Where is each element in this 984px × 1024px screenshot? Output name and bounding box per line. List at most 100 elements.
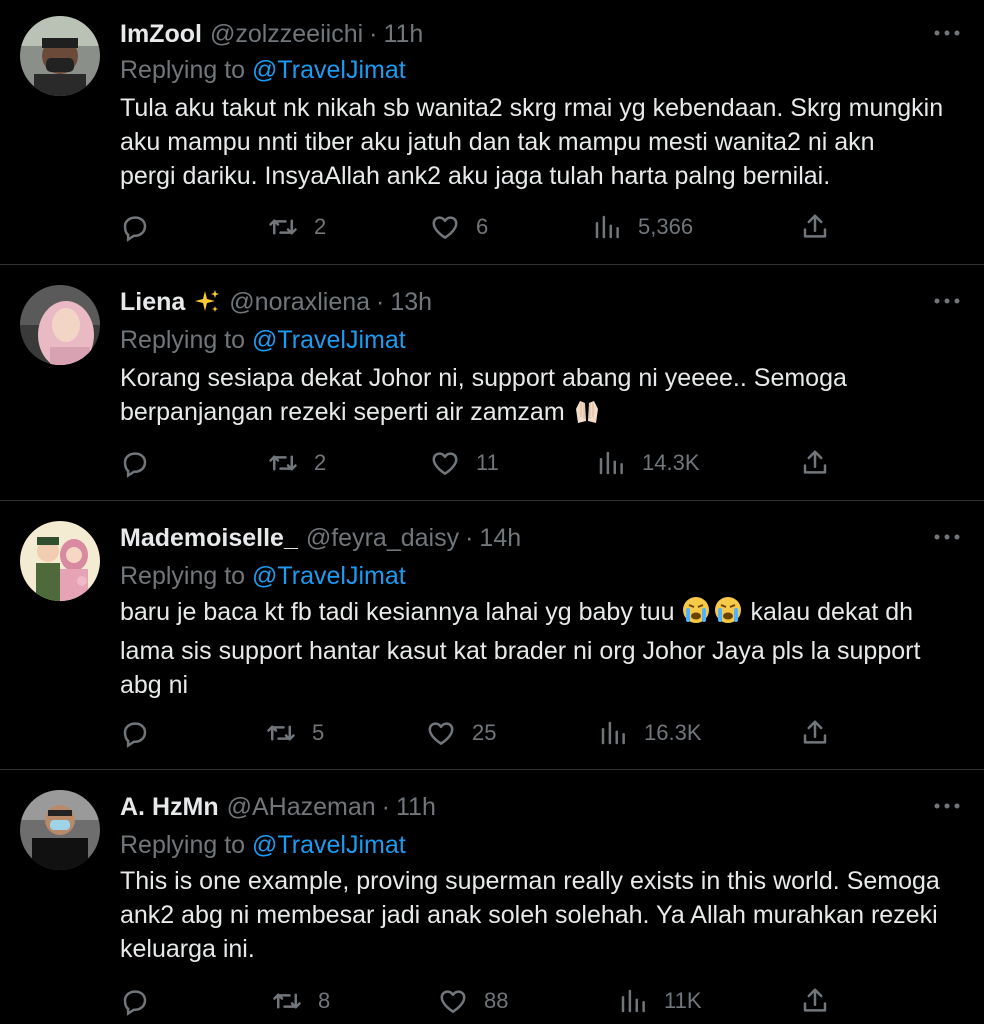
share-button[interactable] [800, 713, 830, 753]
tweet-imzool[interactable]: ImZool @zolzzeeiichi · 11h Replying to @… [0, 0, 984, 264]
retweet-button[interactable]: 2 [268, 443, 326, 483]
mention-link[interactable]: @TravelJimat [252, 562, 406, 590]
tweet-text: baru je baca kt fb tadi kesiannya lahai … [120, 595, 970, 702]
views-icon [601, 721, 625, 745]
like-count: 25 [472, 720, 497, 745]
reply-icon [123, 452, 147, 478]
user-handle[interactable]: @feyra_daisy [306, 524, 459, 553]
share-button[interactable] [800, 207, 830, 247]
retweet-count: 2 [314, 214, 327, 239]
user-handle[interactable]: @AHazeman [227, 793, 376, 822]
avatar[interactable] [20, 285, 100, 365]
timestamp[interactable]: 14h [479, 524, 521, 553]
replying-to-label: Replying to [120, 56, 246, 84]
display-name[interactable]: Liena [120, 288, 185, 317]
like-count: 88 [484, 988, 509, 1013]
like-icon [440, 990, 466, 1013]
replying-to: Replying to @TravelJimat [120, 56, 406, 85]
retweet-button[interactable]: 2 [268, 207, 326, 247]
retweet-icon [267, 725, 295, 741]
replying-to: Replying to @TravelJimat [120, 326, 406, 355]
retweet-icon [269, 455, 297, 471]
reply-button[interactable] [120, 981, 150, 1021]
views-count: 14.3K [642, 450, 700, 475]
like-button[interactable]: 25 [426, 713, 496, 753]
display-name[interactable]: ImZool [120, 20, 202, 49]
action-bar: 5 25 16.3K [0, 713, 984, 753]
views-count: 11K [664, 988, 702, 1013]
views-button[interactable]: 16.3K [598, 713, 702, 753]
replying-to-label: Replying to [120, 562, 246, 590]
like-count: 11 [476, 450, 499, 475]
avatar[interactable] [20, 16, 100, 96]
timestamp[interactable]: 11h [396, 793, 436, 822]
like-button[interactable]: 6 [430, 207, 488, 247]
share-button[interactable] [800, 981, 830, 1021]
like-button[interactable]: 11 [430, 443, 499, 483]
tweet-text: Tula aku takut nk nikah sb wanita2 skrg … [120, 91, 970, 193]
share-icon [803, 450, 827, 474]
avatar[interactable] [20, 790, 100, 870]
avatar[interactable] [20, 521, 100, 601]
more-icon[interactable] [930, 18, 964, 48]
views-button[interactable]: 14.3K [596, 443, 700, 483]
views-icon [599, 451, 623, 475]
action-bar: 8 88 11K [0, 981, 984, 1021]
tweet-text-line-wrap: berpanjangan rezeki seperti air zamzam [120, 395, 970, 434]
reply-button[interactable] [120, 713, 150, 753]
like-count: 6 [476, 214, 489, 239]
display-name[interactable]: Mademoiselle_ [120, 524, 298, 553]
more-icon[interactable] [930, 286, 964, 316]
mention-link[interactable]: @TravelJimat [252, 56, 406, 84]
tweet-text-line: abg ni [120, 671, 189, 699]
reply-icon [123, 990, 147, 1016]
more-icon[interactable] [930, 522, 964, 552]
views-button[interactable]: 5,366 [592, 207, 693, 247]
retweet-button[interactable]: 5 [266, 713, 324, 753]
mention-link[interactable]: @TravelJimat [252, 831, 406, 859]
tweet-header: A. HzMn @AHazeman · 11h [120, 791, 436, 823]
share-icon [803, 988, 827, 1012]
crying-face-emoji-icon [681, 595, 743, 634]
tweet-text: Korang sesiapa dekat Johor ni, support a… [120, 361, 970, 434]
views-button[interactable]: 11K [618, 981, 702, 1021]
tweet-text-line: keluarga ini. [120, 935, 255, 963]
action-bar: 2 11 14.3K [0, 443, 984, 483]
user-handle[interactable]: @noraxliena [229, 288, 370, 317]
views-icon [621, 989, 645, 1013]
tweet-text-line: lama sis support hantar kasut kat brader… [120, 637, 921, 665]
retweet-button[interactable]: 8 [272, 981, 330, 1021]
like-icon [432, 452, 458, 475]
like-button[interactable]: 88 [438, 981, 508, 1021]
sparkles-icon [193, 288, 221, 316]
tweet-text-line: berpanjangan rezeki seperti air zamzam [120, 398, 565, 426]
retweet-count: 5 [312, 720, 325, 745]
tweet-ahazeman[interactable]: A. HzMn @AHazeman · 11h Replying to @Tra… [0, 770, 984, 1024]
share-button[interactable] [800, 443, 830, 483]
timestamp[interactable]: 11h [383, 20, 423, 49]
replying-to: Replying to @TravelJimat [120, 562, 406, 591]
mention-link[interactable]: @TravelJimat [252, 326, 406, 354]
tweet-mademoiselle[interactable]: Mademoiselle_ @feyra_daisy · 14h Replyin… [0, 501, 984, 769]
replying-to-label: Replying to [120, 326, 246, 354]
reply-button[interactable] [120, 207, 150, 247]
tweet-text-line: ank2 abg ni membesar jadi anak soleh sol… [120, 901, 938, 929]
tweet-text-line: baru je baca kt fb tadi kesiannya lahai … [120, 598, 675, 626]
action-bar: 2 6 5,366 [0, 207, 984, 247]
more-icon[interactable] [930, 791, 964, 821]
reply-button[interactable] [120, 443, 150, 483]
tweet-header: Mademoiselle_ @feyra_daisy · 14h [120, 522, 521, 554]
tweet-text-line: aku mampu nnti tiber aku jatuh dan tak m… [120, 128, 875, 156]
retweet-count: 8 [318, 988, 331, 1013]
tweet-text-line: kalau dekat dh [750, 598, 914, 626]
separator-dot: · [376, 287, 385, 316]
like-icon [432, 216, 458, 239]
display-name[interactable]: A. HzMn [120, 793, 219, 822]
retweet-icon [269, 219, 297, 235]
share-icon [803, 720, 827, 744]
user-handle[interactable]: @zolzzeeiichi [210, 20, 363, 49]
tweet-liena[interactable]: Liena @noraxliena · 13h Replying to @Tra… [0, 265, 984, 500]
tweet-header: ImZool @zolzzeeiichi · 11h [120, 18, 423, 50]
timestamp[interactable]: 13h [390, 288, 432, 317]
reply-icon [123, 722, 147, 748]
